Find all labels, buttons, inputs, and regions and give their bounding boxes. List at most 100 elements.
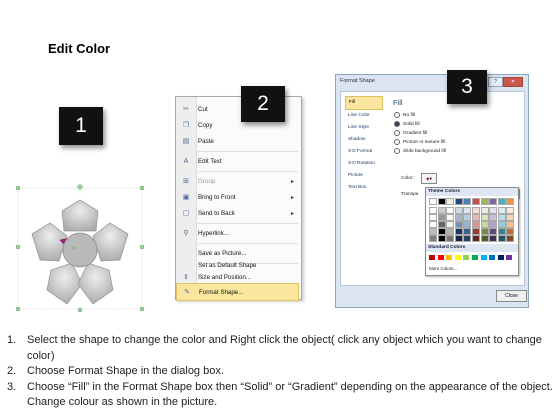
menu-item-bring-to-front[interactable]: ▣ Bring to Front ▸	[176, 189, 299, 205]
theme-color-swatch[interactable]	[429, 207, 437, 214]
nav-line-style[interactable]: Line Style	[345, 122, 383, 134]
theme-color-swatch[interactable]	[489, 235, 498, 242]
standard-color-swatch[interactable]	[463, 255, 470, 260]
nav-fill[interactable]: Fill	[345, 96, 383, 110]
option-gradient-fill[interactable]: Gradient fill	[394, 130, 427, 136]
theme-color-swatch[interactable]	[454, 221, 463, 228]
menu-item-group[interactable]: ⊞ Group ▸	[176, 173, 299, 189]
color-picker-button[interactable]: ◆▾	[421, 173, 437, 184]
nav-shadow[interactable]: Shadow	[345, 134, 383, 146]
theme-color-swatch[interactable]	[497, 221, 506, 228]
theme-color-swatch[interactable]	[472, 207, 480, 214]
theme-color-swatch[interactable]	[489, 228, 498, 235]
standard-color-swatch[interactable]	[506, 255, 513, 260]
theme-color-swatch[interactable]	[497, 207, 506, 214]
theme-color-swatch[interactable]	[446, 228, 455, 235]
option-solid-fill[interactable]: Solid fill	[394, 121, 420, 127]
theme-color-swatch[interactable]	[489, 221, 498, 228]
theme-color-swatch[interactable]	[437, 221, 446, 228]
theme-color-swatch[interactable]	[489, 214, 498, 221]
theme-color-swatch[interactable]	[506, 207, 515, 214]
theme-color-swatch[interactable]	[497, 214, 506, 221]
theme-color-swatch[interactable]	[506, 214, 515, 221]
more-colors-link[interactable]: More Colors...	[429, 266, 457, 271]
theme-color-swatch[interactable]	[480, 207, 489, 214]
theme-color-swatch[interactable]	[454, 214, 463, 221]
theme-color-swatch[interactable]	[497, 198, 506, 205]
theme-color-swatch[interactable]	[472, 198, 480, 205]
standard-color-swatch[interactable]	[446, 255, 453, 260]
nav-3d-format[interactable]: 3-D Format	[345, 146, 383, 158]
theme-color-swatch[interactable]	[472, 214, 480, 221]
theme-color-swatch[interactable]	[472, 228, 480, 235]
nav-line-color[interactable]: Line Color	[345, 110, 383, 122]
theme-color-swatch[interactable]	[437, 207, 446, 214]
theme-color-swatch[interactable]	[446, 198, 455, 205]
menu-item-paste[interactable]: ▤ Paste	[176, 133, 299, 149]
theme-color-swatch[interactable]	[454, 207, 463, 214]
menu-item-format-shape[interactable]: ✎ Format Shape...	[176, 283, 299, 301]
theme-color-swatch[interactable]	[472, 235, 480, 242]
standard-color-swatch[interactable]	[480, 255, 487, 260]
theme-color-swatch[interactable]	[463, 221, 472, 228]
theme-color-swatch[interactable]	[463, 235, 472, 242]
menu-item-edit-text[interactable]: A Edit Text	[176, 153, 299, 169]
close-x-button[interactable]: ✕	[503, 77, 523, 87]
theme-color-swatch[interactable]	[429, 228, 437, 235]
nav-3d-rotation[interactable]: 3-D Rotation	[345, 158, 383, 170]
nav-text-box[interactable]: Text Box	[345, 182, 383, 194]
shape-diagram[interactable]	[14, 184, 162, 314]
theme-color-swatch[interactable]	[506, 221, 515, 228]
standard-color-swatch[interactable]	[489, 255, 496, 260]
standard-color-swatch[interactable]	[497, 255, 504, 260]
theme-color-swatch[interactable]	[463, 207, 472, 214]
theme-color-swatch[interactable]	[497, 235, 506, 242]
theme-color-swatch[interactable]	[446, 221, 455, 228]
theme-color-swatch[interactable]	[446, 214, 455, 221]
theme-color-swatch[interactable]	[480, 198, 489, 205]
option-slide-background-fill[interactable]: Slide background fill	[394, 148, 446, 154]
theme-color-swatch[interactable]	[463, 228, 472, 235]
theme-color-swatch[interactable]	[463, 198, 472, 205]
standard-colors-heading: Standard Colors	[426, 244, 518, 252]
option-no-fill[interactable]: No fill	[394, 112, 415, 118]
theme-color-swatch[interactable]	[454, 235, 463, 242]
theme-color-swatch[interactable]	[429, 198, 437, 205]
standard-color-swatch[interactable]	[472, 255, 478, 260]
theme-color-swatch[interactable]	[472, 221, 480, 228]
theme-color-swatch[interactable]	[429, 214, 437, 221]
theme-color-swatch[interactable]	[506, 228, 515, 235]
theme-color-swatch[interactable]	[446, 207, 455, 214]
theme-color-swatch[interactable]	[429, 235, 437, 242]
close-button[interactable]: Close	[496, 290, 527, 302]
fill-heading: Fill	[393, 98, 403, 107]
theme-color-swatch[interactable]	[454, 228, 463, 235]
theme-color-swatch[interactable]	[446, 235, 455, 242]
theme-color-swatch[interactable]	[463, 214, 472, 221]
help-button[interactable]: ?	[488, 77, 503, 87]
theme-color-swatch[interactable]	[480, 214, 489, 221]
theme-color-swatch[interactable]	[489, 198, 498, 205]
theme-color-swatch[interactable]	[480, 228, 489, 235]
standard-color-swatch[interactable]	[454, 255, 461, 260]
theme-color-swatch[interactable]	[437, 228, 446, 235]
theme-color-swatch[interactable]	[480, 221, 489, 228]
menu-item-hyperlink[interactable]: ⚲ Hyperlink...	[176, 225, 299, 241]
theme-color-swatch[interactable]	[506, 235, 515, 242]
theme-color-swatch[interactable]	[497, 228, 506, 235]
theme-color-swatch[interactable]	[437, 198, 446, 205]
nav-picture[interactable]: Picture	[345, 170, 383, 182]
standard-color-swatch[interactable]	[437, 255, 444, 260]
standard-color-swatch[interactable]	[429, 255, 435, 260]
menu-item-send-to-back[interactable]: ▢ Send to Back ▸	[176, 205, 299, 221]
theme-color-swatch[interactable]	[437, 235, 446, 242]
option-picture-fill[interactable]: Picture or texture fill	[394, 139, 445, 145]
theme-color-swatch[interactable]	[480, 235, 489, 242]
submenu-arrow-icon: ▸	[291, 210, 295, 217]
theme-color-swatch[interactable]	[506, 198, 515, 205]
theme-color-swatch[interactable]	[437, 214, 446, 221]
theme-color-swatch[interactable]	[454, 198, 463, 205]
theme-color-swatch[interactable]	[429, 221, 437, 228]
theme-color-swatch[interactable]	[489, 207, 498, 214]
pentagon-bottom-right	[77, 262, 114, 305]
